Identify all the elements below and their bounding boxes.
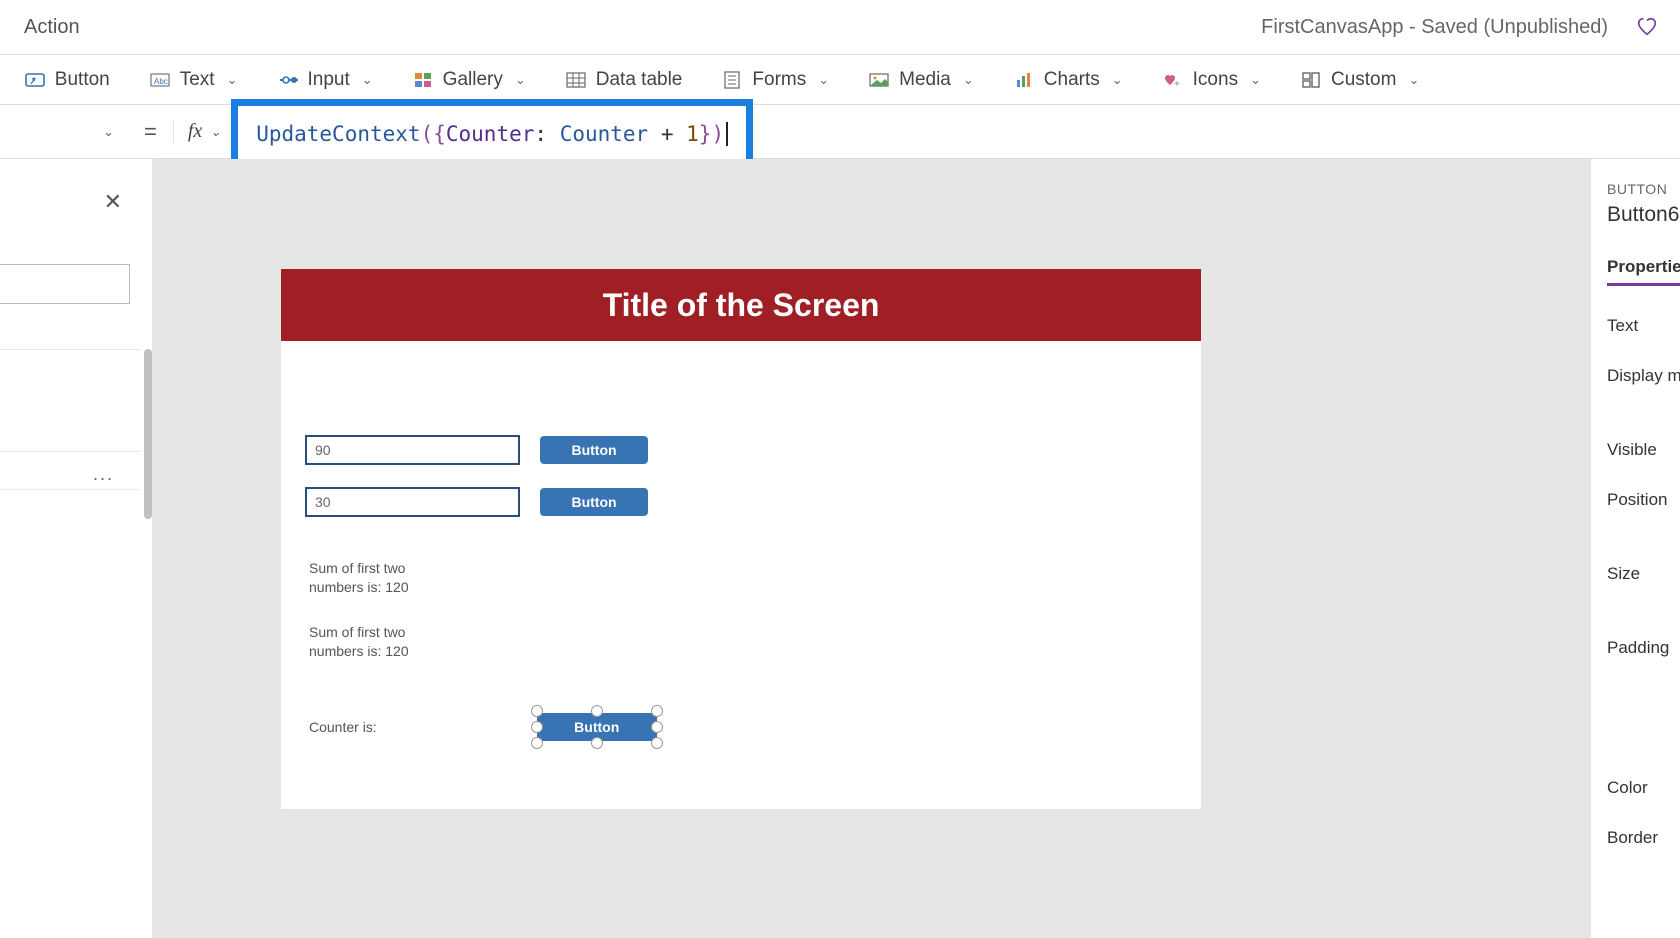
ribbon-text-label: Text [180, 69, 215, 91]
app-checker-icon[interactable] [1636, 16, 1656, 36]
charts-icon [1014, 71, 1034, 89]
prop-border[interactable]: Border [1607, 828, 1680, 848]
close-icon[interactable]: ✕ [104, 189, 122, 215]
prop-color[interactable]: Color [1607, 778, 1680, 798]
counter-label: Counter is: [309, 719, 377, 735]
svg-text:Abc: Abc [154, 77, 168, 86]
chevron-down-icon: ⌄ [362, 72, 373, 88]
button-icon [25, 71, 45, 89]
formula-highlight-box: UpdateContext({Counter: Counter + 1}) [231, 97, 753, 167]
gallery-icon [413, 71, 433, 89]
resize-handle[interactable] [531, 721, 543, 733]
equals-sign: = [128, 119, 173, 145]
chevron-down-icon: ⌄ [1250, 72, 1261, 88]
ribbon-gallery-label: Gallery [443, 69, 503, 91]
resize-handle[interactable] [531, 705, 543, 717]
formula-token-key: Counter [446, 122, 535, 146]
formula-token-function: UpdateContext [256, 122, 420, 146]
prop-display-mode[interactable]: Display mod [1607, 366, 1680, 386]
button-1[interactable]: Button [540, 436, 648, 464]
fx-label[interactable]: fx ⌄ [173, 120, 227, 143]
forms-icon [722, 71, 742, 89]
left-divider [0, 489, 140, 490]
ribbon-media[interactable]: Media ⌄ [849, 55, 994, 104]
left-divider [0, 451, 140, 452]
prop-padding[interactable]: Padding [1607, 638, 1680, 658]
chevron-down-icon: ⌄ [103, 124, 114, 140]
canvas-row: 90 Button [281, 435, 1201, 465]
counter-row: Counter is: Button [281, 711, 1201, 743]
chevron-down-icon: ⌄ [227, 72, 238, 88]
left-scrollbar[interactable] [144, 349, 152, 519]
ribbon-icons-label: Icons [1193, 69, 1238, 91]
property-dropdown[interactable]: ⌄ [0, 113, 128, 151]
ribbon-media-label: Media [899, 69, 951, 91]
control-name[interactable]: Button6 [1607, 203, 1680, 227]
ribbon-data-table-label: Data table [596, 69, 683, 91]
resize-handle[interactable] [591, 705, 603, 717]
ribbon-forms-label: Forms [752, 69, 806, 91]
fx-text: fx [188, 120, 202, 143]
formula-input[interactable]: UpdateContext({Counter: Counter + 1}) [231, 99, 753, 169]
ribbon-button-label: Button [55, 69, 110, 91]
control-type-label: BUTTON [1607, 181, 1680, 197]
icons-icon: + [1163, 71, 1183, 89]
menu-bar: Action FirstCanvasApp - Saved (Unpublish… [0, 0, 1680, 55]
left-panel: ✕ ... [0, 159, 153, 938]
ribbon-icons[interactable]: + Icons ⌄ [1143, 55, 1281, 104]
ribbon-custom-label: Custom [1331, 69, 1396, 91]
resize-handle[interactable] [651, 737, 663, 749]
resize-handle[interactable] [531, 737, 543, 749]
prop-text[interactable]: Text [1607, 316, 1680, 336]
text-input-2[interactable]: 30 [305, 487, 520, 517]
resize-handle[interactable] [651, 705, 663, 717]
custom-icon [1301, 71, 1321, 89]
chevron-down-icon: ⌄ [515, 72, 526, 88]
resize-handle[interactable] [591, 737, 603, 749]
left-divider [0, 349, 140, 350]
app-canvas[interactable]: Title of the Screen 90 Button 30 Button … [281, 269, 1201, 809]
formula-bar: ⌄ = fx ⌄ UpdateContext({Counter: Counter… [0, 105, 1680, 159]
text-input-1[interactable]: 90 [305, 435, 520, 465]
ribbon-button[interactable]: Button [5, 55, 130, 104]
chevron-down-icon: ⌄ [210, 124, 221, 140]
button-2[interactable]: Button [540, 488, 648, 516]
selected-control[interactable]: Button [537, 711, 657, 743]
svg-text:+: + [1174, 79, 1180, 88]
app-saved-status: FirstCanvasApp - Saved (Unpublished) [1261, 16, 1608, 39]
screen-title: Title of the Screen [281, 269, 1201, 341]
formula-token-brace-close: }) [699, 122, 728, 146]
resize-handle[interactable] [651, 721, 663, 733]
formula-token-colon: : [534, 122, 559, 146]
properties-tab[interactable]: Properties [1607, 257, 1680, 286]
sum-label-2: Sum of first two numbers is: 120 [281, 623, 441, 661]
formula-token-identifier: Counter [560, 122, 649, 146]
media-icon [869, 71, 889, 89]
data-table-icon [566, 71, 586, 89]
chevron-down-icon: ⌄ [1408, 72, 1419, 88]
chevron-down-icon: ⌄ [818, 72, 829, 88]
canvas-row: 30 Button [281, 487, 1201, 517]
left-search-box[interactable] [0, 264, 130, 304]
prop-position[interactable]: Position [1607, 490, 1680, 510]
prop-size[interactable]: Size [1607, 564, 1680, 584]
menu-action[interactable]: Action [24, 16, 80, 39]
input-icon [278, 71, 298, 89]
formula-token-number: 1 [686, 122, 699, 146]
more-dots-icon[interactable]: ... [93, 464, 114, 485]
ribbon-custom[interactable]: Custom ⌄ [1281, 55, 1439, 104]
sum-label-1: Sum of first two numbers is: 120 [281, 559, 441, 597]
ribbon-charts-label: Charts [1044, 69, 1100, 91]
chevron-down-icon: ⌄ [1112, 72, 1123, 88]
ribbon-charts[interactable]: Charts ⌄ [994, 55, 1143, 104]
text-icon: Abc [150, 71, 170, 89]
prop-visible[interactable]: Visible [1607, 440, 1680, 460]
formula-token-operator: + [648, 122, 686, 146]
properties-panel: BUTTON Button6 Properties Text Display m… [1590, 159, 1680, 938]
chevron-down-icon: ⌄ [963, 72, 974, 88]
canvas-area[interactable]: Title of the Screen 90 Button 30 Button … [153, 159, 1590, 938]
formula-token-brace: ({ [421, 122, 446, 146]
ribbon-input-label: Input [308, 69, 350, 91]
